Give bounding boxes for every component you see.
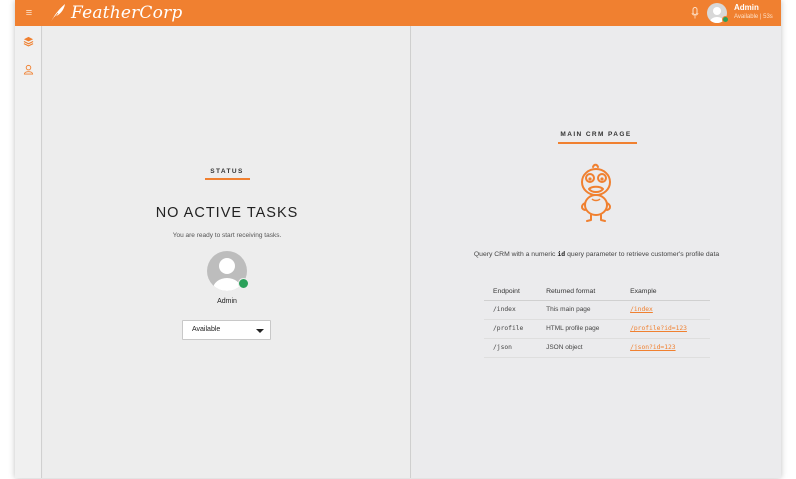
app-window: ≡ FeatherCorp Admin Available | 53s STAT… <box>15 0 781 478</box>
feather-icon <box>50 4 65 23</box>
crm-panel: MAIN CRM PAGE Query CRM with a numeric i… <box>412 26 781 478</box>
table-row: /json JSON object /json?id=123 <box>484 338 710 358</box>
sidebar <box>15 26 42 478</box>
microphone-icon[interactable] <box>691 7 699 19</box>
format-cell: This main page <box>537 300 622 320</box>
format-cell: JSON object <box>537 338 622 358</box>
user-icon[interactable] <box>23 64 34 75</box>
user-status-dot <box>722 16 729 23</box>
status-label: STATUS <box>210 168 244 175</box>
example-cell: /json?id=123 <box>621 338 710 358</box>
example-link[interactable]: /json?id=123 <box>630 344 676 351</box>
brand-name: FeatherCorp <box>71 3 183 23</box>
agent-status-dot <box>238 278 249 289</box>
example-cell: /index <box>621 300 710 320</box>
no-active-tasks-title: NO ACTIVE TASKS <box>155 205 299 221</box>
format-cell: HTML profile page <box>537 319 622 339</box>
duck-mascot-icon <box>581 163 611 222</box>
availability-select-value: Available <box>192 326 221 333</box>
column-header: Returned format <box>537 284 622 301</box>
logo[interactable]: FeatherCorp <box>49 2 182 24</box>
user-name[interactable]: Admin <box>734 3 759 12</box>
crm-label: MAIN CRM PAGE <box>560 131 632 138</box>
endpoint-cell: /index <box>484 300 538 320</box>
agent-name: Admin <box>217 298 237 305</box>
example-cell: /profile?id=123 <box>621 319 710 339</box>
chevron-down-icon <box>256 329 264 333</box>
status-panel: STATUS NO ACTIVE TASKS You are ready to … <box>43 26 411 478</box>
example-link[interactable]: /profile?id=123 <box>630 325 687 332</box>
endpoint-cell: /profile <box>484 319 538 339</box>
endpoint-cell: /json <box>484 338 538 358</box>
ready-subtitle: You are ready to start receiving tasks. <box>172 232 282 239</box>
table-row: /profile HTML profile page /profile?id=1… <box>484 319 710 339</box>
column-header: Example <box>621 284 710 301</box>
user-status-text: Available | 53s <box>734 14 773 20</box>
layers-icon[interactable] <box>23 36 34 47</box>
status-underline <box>205 178 250 180</box>
id-param-code: id <box>557 250 566 258</box>
table-row: /index This main page /index <box>484 300 710 320</box>
availability-select[interactable]: Available <box>182 320 271 340</box>
example-link[interactable]: /index <box>630 306 653 313</box>
table-header-row: Endpoint Returned format Example <box>484 284 710 301</box>
endpoints-table: Endpoint Returned format Example /index … <box>484 284 710 358</box>
hamburger-icon[interactable]: ≡ <box>23 6 35 20</box>
column-header: Endpoint <box>484 284 538 301</box>
crm-underline <box>558 142 637 144</box>
top-bar: ≡ FeatherCorp Admin Available | 53s <box>15 0 781 26</box>
crm-description: Query CRM with a numeric id query parame… <box>473 250 720 258</box>
